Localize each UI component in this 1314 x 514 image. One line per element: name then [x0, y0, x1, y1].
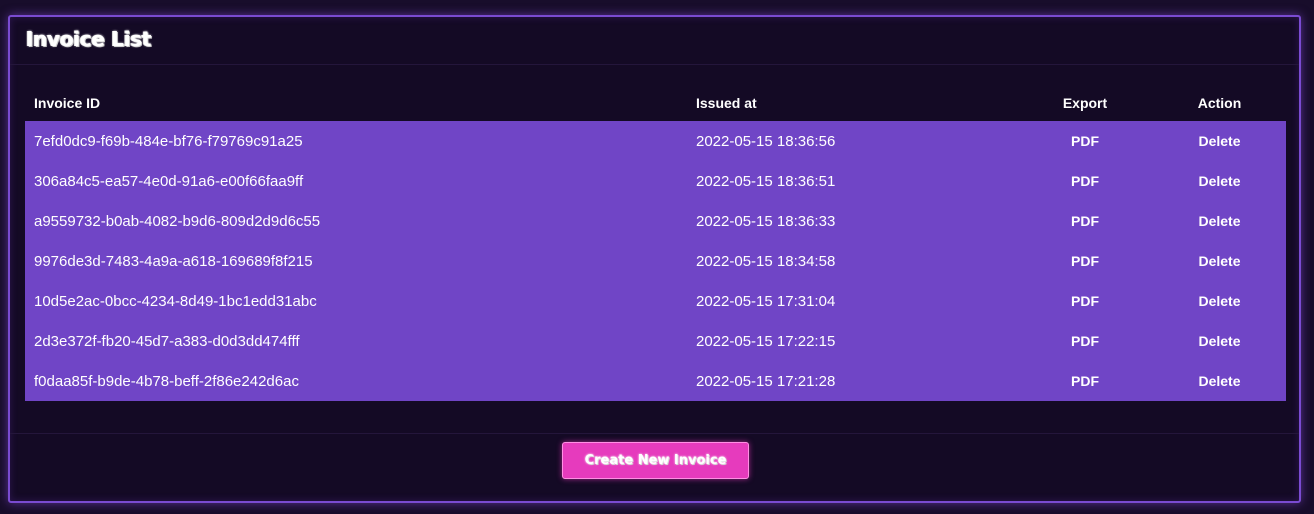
invoice-table-container: Invoice ID Issued at Export Action 7efd0… — [25, 85, 1286, 401]
delete-link[interactable]: Delete — [1153, 121, 1286, 161]
delete-link[interactable]: Delete — [1153, 161, 1286, 201]
export-pdf-link[interactable]: PDF — [1017, 281, 1153, 321]
table-row: 9976de3d-7483-4a9a-a618-169689f8f215 202… — [25, 241, 1286, 281]
issued-at-cell: 2022-05-15 17:21:28 — [696, 372, 836, 390]
invoice-id-cell: 7efd0dc9-f69b-484e-bf76-f79769c91a25 — [34, 132, 303, 150]
table-row: f0daa85f-b9de-4b78-beff-2f86e242d6ac 202… — [25, 361, 1286, 401]
delete-link[interactable]: Delete — [1153, 321, 1286, 361]
issued-at-cell: 2022-05-15 18:34:58 — [696, 252, 836, 270]
panel-header: Invoice List — [10, 17, 1299, 65]
issued-at-cell: 2022-05-15 17:22:15 — [696, 332, 836, 350]
invoice-id-cell: f0daa85f-b9de-4b78-beff-2f86e242d6ac — [34, 372, 299, 390]
invoice-id-cell: 9976de3d-7483-4a9a-a618-169689f8f215 — [34, 252, 313, 270]
table-header-row: Invoice ID Issued at Export Action — [25, 85, 1286, 121]
export-pdf-link[interactable]: PDF — [1017, 121, 1153, 161]
export-pdf-link[interactable]: PDF — [1017, 201, 1153, 241]
export-pdf-link[interactable]: PDF — [1017, 241, 1153, 281]
table-row: 7efd0dc9-f69b-484e-bf76-f79769c91a25 202… — [25, 121, 1286, 161]
page-title: Invoice List — [26, 27, 152, 51]
table-row: 10d5e2ac-0bcc-4234-8d49-1bc1edd31abc 202… — [25, 281, 1286, 321]
column-header-export: Export — [1062, 95, 1108, 111]
export-pdf-link[interactable]: PDF — [1017, 361, 1153, 401]
create-new-invoice-button[interactable]: Create New Invoice — [562, 442, 749, 479]
invoice-id-cell: 306a84c5-ea57-4e0d-91a6-e00f66faa9ff — [34, 172, 304, 190]
export-pdf-link[interactable]: PDF — [1017, 321, 1153, 361]
table-body: 7efd0dc9-f69b-484e-bf76-f79769c91a25 202… — [25, 121, 1286, 401]
delete-link[interactable]: Delete — [1153, 281, 1286, 321]
footer-divider — [10, 433, 1299, 434]
issued-at-cell: 2022-05-15 18:36:33 — [696, 212, 836, 230]
table-row: a9559732-b0ab-4082-b9d6-809d2d9d6c55 202… — [25, 201, 1286, 241]
column-header-action: Action — [1197, 95, 1242, 111]
issued-at-cell: 2022-05-15 17:31:04 — [696, 292, 836, 310]
column-header-invoice-id: Invoice ID — [34, 95, 101, 111]
invoice-table: Invoice ID Issued at Export Action 7efd0… — [25, 85, 1286, 401]
invoice-id-cell: 10d5e2ac-0bcc-4234-8d49-1bc1edd31abc — [34, 292, 317, 310]
table-row: 2d3e372f-fb20-45d7-a383-d0d3dd474fff 202… — [25, 321, 1286, 361]
invoice-id-cell: 2d3e372f-fb20-45d7-a383-d0d3dd474fff — [34, 332, 300, 350]
delete-link[interactable]: Delete — [1153, 361, 1286, 401]
table-header: Invoice ID Issued at Export Action — [25, 85, 1286, 121]
column-header-issued-at: Issued at — [696, 95, 757, 111]
table-row: 306a84c5-ea57-4e0d-91a6-e00f66faa9ff 202… — [25, 161, 1286, 201]
issued-at-cell: 2022-05-15 18:36:51 — [696, 172, 836, 190]
delete-link[interactable]: Delete — [1153, 241, 1286, 281]
issued-at-cell: 2022-05-15 18:36:56 — [696, 132, 836, 150]
export-pdf-link[interactable]: PDF — [1017, 161, 1153, 201]
invoice-id-cell: a9559732-b0ab-4082-b9d6-809d2d9d6c55 — [34, 212, 321, 230]
invoice-list-panel: Invoice List Invoice ID Issued at Export… — [8, 15, 1301, 503]
delete-link[interactable]: Delete — [1153, 201, 1286, 241]
